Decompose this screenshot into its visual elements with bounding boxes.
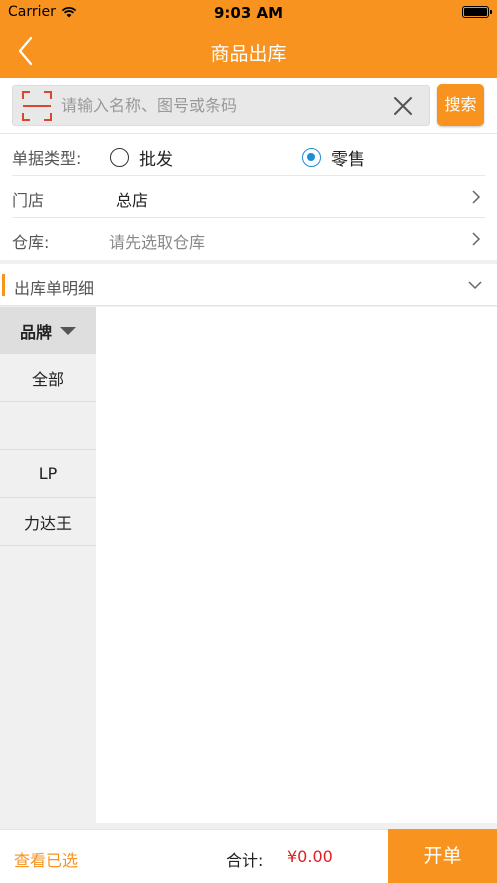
chevron-down-icon xyxy=(468,281,482,290)
radio-selected-icon xyxy=(302,148,321,167)
search-input[interactable] xyxy=(61,86,381,125)
battery-icon xyxy=(462,6,492,18)
footer-bar: 查看已选 合计: ¥0.00 开单 xyxy=(0,829,497,883)
store-row[interactable]: 门店 总店 xyxy=(0,176,497,218)
radio-retail-label: 零售 xyxy=(331,150,365,170)
clear-icon[interactable] xyxy=(393,96,413,116)
total-value: ¥0.00 xyxy=(287,847,333,866)
doc-type-label: 单据类型: xyxy=(12,149,82,168)
brand-header-label: 品牌 xyxy=(19,322,52,342)
sidebar-item-lidawang[interactable]: 力达王 xyxy=(0,498,96,546)
search-button[interactable]: 搜索 xyxy=(437,84,484,126)
nav-bar: 商品出库 xyxy=(0,24,497,78)
product-list-area xyxy=(96,307,497,823)
sidebar-item-all[interactable]: 全部 xyxy=(0,354,96,402)
chevron-right-icon xyxy=(472,190,481,204)
brand-sidebar: 品牌 全部 LP 力达王 xyxy=(0,307,96,823)
warehouse-placeholder: 请先选取仓库 xyxy=(109,233,206,252)
radio-circle-icon xyxy=(110,148,129,167)
create-order-button[interactable]: 开单 xyxy=(388,829,497,883)
radio-wholesale-label: 批发 xyxy=(139,150,173,170)
chevron-right-icon xyxy=(472,232,481,246)
status-bar: Carrier 9:03 AM xyxy=(0,0,497,24)
dropdown-triangle-icon xyxy=(60,326,76,335)
radio-retail[interactable]: 零售 xyxy=(302,145,365,170)
sidebar-item-lp[interactable]: LP xyxy=(0,450,96,498)
brand-filter-header[interactable]: 品牌 xyxy=(0,307,96,354)
section-accent-bar xyxy=(2,274,5,296)
warehouse-label: 仓库: xyxy=(12,233,50,252)
search-bar: 搜索 xyxy=(0,78,497,134)
barcode-scan-icon[interactable] xyxy=(21,90,53,122)
warehouse-row[interactable]: 仓库: 请先选取仓库 xyxy=(0,218,497,260)
view-selected-link[interactable]: 查看已选 xyxy=(14,847,78,871)
store-value: 总店 xyxy=(116,191,149,210)
detail-section-header[interactable]: 出库单明细 xyxy=(0,264,497,306)
total-label: 合计: xyxy=(226,851,264,870)
page-title: 商品出库 xyxy=(210,43,287,65)
sidebar-item-empty[interactable] xyxy=(0,402,96,450)
store-label: 门店 xyxy=(12,191,45,210)
section-title: 出库单明细 xyxy=(14,279,95,298)
search-box xyxy=(12,85,430,126)
status-time: 9:03 AM xyxy=(213,4,284,22)
radio-wholesale[interactable]: 批发 xyxy=(110,145,173,170)
doc-type-row: 单据类型: 批发 零售 xyxy=(0,134,497,176)
